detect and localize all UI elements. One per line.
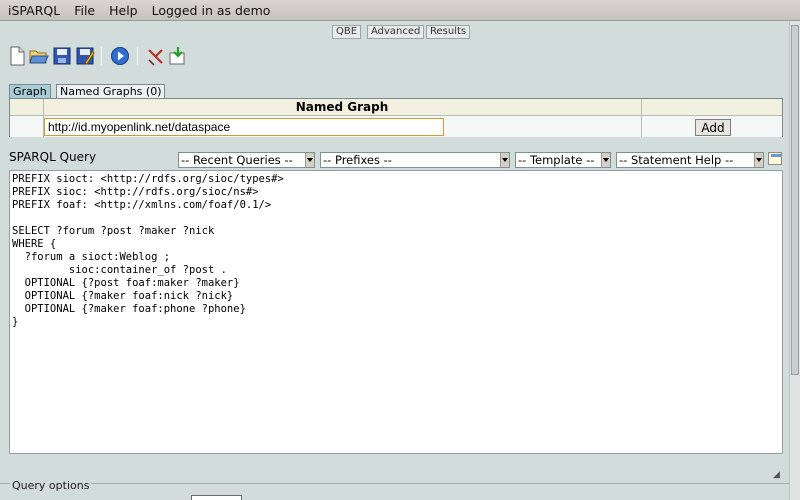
sparql-query-label: SPARQL Query <box>9 150 97 164</box>
named-graph-input[interactable] <box>44 118 444 136</box>
toolbar <box>0 44 800 70</box>
edit-query-icon[interactable] <box>768 152 782 165</box>
load-icon[interactable] <box>168 46 188 66</box>
table-divider <box>43 99 44 137</box>
template-select[interactable]: -- Template -- <box>515 152 611 168</box>
table-divider <box>641 99 642 137</box>
chevron-down-icon <box>601 153 610 167</box>
menu-file[interactable]: File <box>74 3 95 18</box>
new-icon[interactable] <box>7 46 27 66</box>
clear-icon[interactable] <box>146 46 166 66</box>
statement-help-select[interactable]: -- Statement Help -- <box>616 152 764 168</box>
page-scrollbar[interactable] <box>789 21 800 500</box>
logged-in-status: Logged in as demo <box>151 2 271 18</box>
tab-advanced[interactable]: Advanced <box>367 25 425 39</box>
tab-named-graphs[interactable]: Named Graphs (0) <box>56 84 166 99</box>
prefixes-select[interactable]: -- Prefixes -- <box>320 152 510 168</box>
menu-bar: iSPARQL File Help Logged in as demo <box>0 0 800 21</box>
resize-grip-icon[interactable]: ◢ <box>773 470 783 480</box>
scrollbar-thumb[interactable] <box>791 25 799 375</box>
save-as-icon[interactable] <box>75 46 95 66</box>
recent-queries-value: -- Recent Queries -- <box>181 153 293 167</box>
tab-graph[interactable]: Graph <box>9 84 51 99</box>
add-named-graph-button[interactable]: Add <box>695 119 731 136</box>
statement-help-value: -- Statement Help -- <box>619 153 734 167</box>
recent-queries-select[interactable]: -- Recent Queries -- <box>178 152 315 168</box>
chevron-down-icon <box>305 153 314 167</box>
query-options-legend: Query options <box>10 479 92 492</box>
named-graph-header-row: Named Graph <box>10 99 782 116</box>
named-graph-row: Add <box>10 116 782 137</box>
tab-results[interactable]: Results <box>426 25 471 39</box>
open-icon[interactable] <box>29 46 49 66</box>
prefixes-value: -- Prefixes -- <box>323 153 392 167</box>
toolbar-separator <box>137 47 138 65</box>
template-value: -- Template -- <box>518 153 595 167</box>
save-icon[interactable] <box>52 46 72 66</box>
named-graph-header: Named Graph <box>295 100 389 114</box>
sparql-query-editor[interactable]: PREFIX sioct: <http://rdfs.org/sioc/type… <box>9 170 783 454</box>
named-graph-table: Named Graph Add <box>9 98 783 137</box>
query-options-input[interactable] <box>191 495 242 500</box>
query-options-fieldset <box>0 483 789 500</box>
run-icon[interactable] <box>110 46 130 66</box>
menu-app-name[interactable]: iSPARQL <box>8 3 60 18</box>
chevron-down-icon <box>500 153 509 167</box>
menu-help[interactable]: Help <box>109 3 138 18</box>
chevron-down-icon <box>754 153 763 167</box>
toolbar-separator <box>101 47 102 65</box>
tab-qbe[interactable]: QBE <box>332 25 362 39</box>
